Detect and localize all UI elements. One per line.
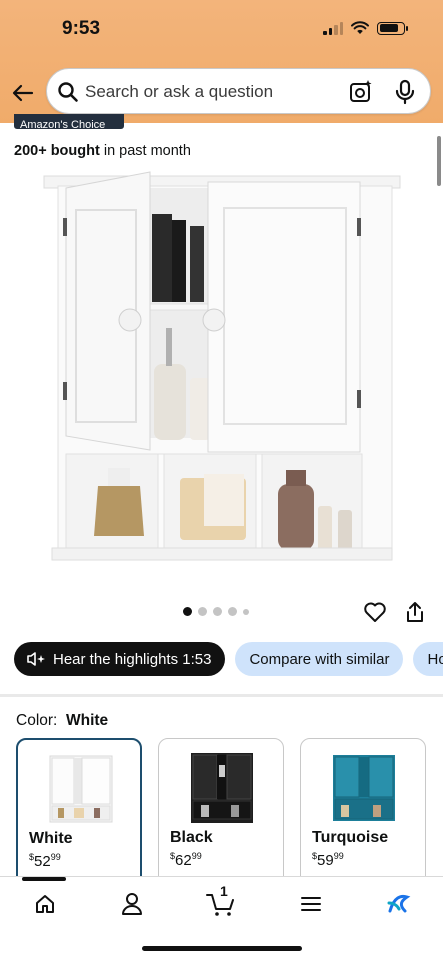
search-icon bbox=[58, 82, 78, 102]
price-fraction: 99 bbox=[50, 852, 61, 862]
nav-cart[interactable]: 1 bbox=[206, 883, 236, 919]
rufus-ai-icon bbox=[387, 894, 411, 913]
color-swatch-black[interactable]: Black $6299 bbox=[158, 738, 284, 888]
nav-account[interactable] bbox=[117, 889, 147, 919]
microphone-icon[interactable] bbox=[394, 79, 416, 105]
carousel-dot[interactable] bbox=[228, 607, 237, 616]
header: 9:53 bbox=[0, 0, 443, 123]
search-bar[interactable] bbox=[46, 68, 431, 114]
home-indicator bbox=[142, 946, 302, 951]
camera-lens-icon[interactable] bbox=[348, 79, 374, 105]
selected-color-name: White bbox=[65, 712, 109, 729]
carousel-dot[interactable] bbox=[213, 607, 222, 616]
share-icon[interactable] bbox=[404, 600, 426, 624]
nav-rufus[interactable] bbox=[383, 889, 413, 919]
product-image[interactable] bbox=[38, 168, 408, 580]
swatch-price: $5299 bbox=[29, 852, 61, 870]
swatch-name: Turquoise bbox=[312, 829, 389, 846]
section-divider bbox=[0, 694, 443, 697]
bought-count: 200+ bought bbox=[14, 143, 100, 159]
color-label-prefix: Color: bbox=[16, 712, 58, 729]
price-whole: 52 bbox=[34, 853, 51, 870]
swatch-name: Black bbox=[170, 829, 213, 846]
nav-menu[interactable] bbox=[296, 889, 326, 919]
image-carousel-dots[interactable] bbox=[183, 607, 249, 616]
speaker-sparkle-icon bbox=[27, 652, 45, 666]
color-swatch-turquoise[interactable]: Turquoise $5999 bbox=[300, 738, 426, 888]
carousel-dot[interactable] bbox=[243, 608, 249, 615]
compare-similar-label: Compare with similar bbox=[249, 650, 390, 668]
color-selector-label: Color: White bbox=[16, 712, 108, 730]
action-chips: Hear the highlights 1:53 Compare with si… bbox=[14, 642, 443, 676]
swatch-image-turquoise bbox=[333, 755, 395, 821]
scroll-indicator bbox=[437, 136, 441, 186]
more-chip-label: Ho bbox=[427, 650, 443, 668]
price-fraction: 99 bbox=[333, 851, 344, 861]
cellular-signal-icon bbox=[323, 21, 343, 35]
back-button[interactable] bbox=[8, 78, 38, 108]
bought-in-past-month: 200+ bought in past month bbox=[14, 143, 191, 159]
swatch-image-black bbox=[191, 753, 253, 823]
status-icons bbox=[323, 21, 408, 35]
swatch-image-white bbox=[49, 755, 113, 823]
battery-icon bbox=[377, 21, 408, 35]
swatch-price: $6299 bbox=[170, 851, 202, 869]
arrow-left-icon bbox=[12, 84, 34, 102]
price-whole: 59 bbox=[317, 852, 334, 869]
active-tab-indicator bbox=[22, 877, 66, 881]
heart-icon[interactable] bbox=[363, 600, 387, 624]
search-input[interactable] bbox=[85, 79, 335, 105]
price-whole: 62 bbox=[175, 852, 192, 869]
menu-icon bbox=[301, 897, 321, 911]
nav-home[interactable] bbox=[30, 889, 60, 919]
swatch-price: $5999 bbox=[312, 851, 344, 869]
swatch-name: White bbox=[29, 830, 73, 847]
price-fraction: 99 bbox=[191, 851, 202, 861]
carousel-dot[interactable] bbox=[183, 607, 192, 616]
more-chip[interactable]: Ho bbox=[413, 642, 443, 676]
hear-highlights-label: Hear the highlights 1:53 bbox=[53, 650, 212, 668]
compare-similar-chip[interactable]: Compare with similar bbox=[235, 642, 404, 676]
amazons-choice-badge: Amazon's Choice bbox=[14, 114, 124, 129]
status-time: 9:53 bbox=[62, 18, 101, 39]
carousel-dot[interactable] bbox=[198, 607, 207, 616]
person-icon bbox=[122, 893, 142, 915]
wifi-icon bbox=[351, 21, 369, 34]
bought-suffix: in past month bbox=[99, 143, 191, 159]
hear-highlights-chip[interactable]: Hear the highlights 1:53 bbox=[14, 642, 226, 676]
home-icon bbox=[36, 895, 54, 913]
cart-count: 1 bbox=[220, 883, 228, 899]
color-swatch-white[interactable]: White $5299 bbox=[16, 738, 142, 888]
